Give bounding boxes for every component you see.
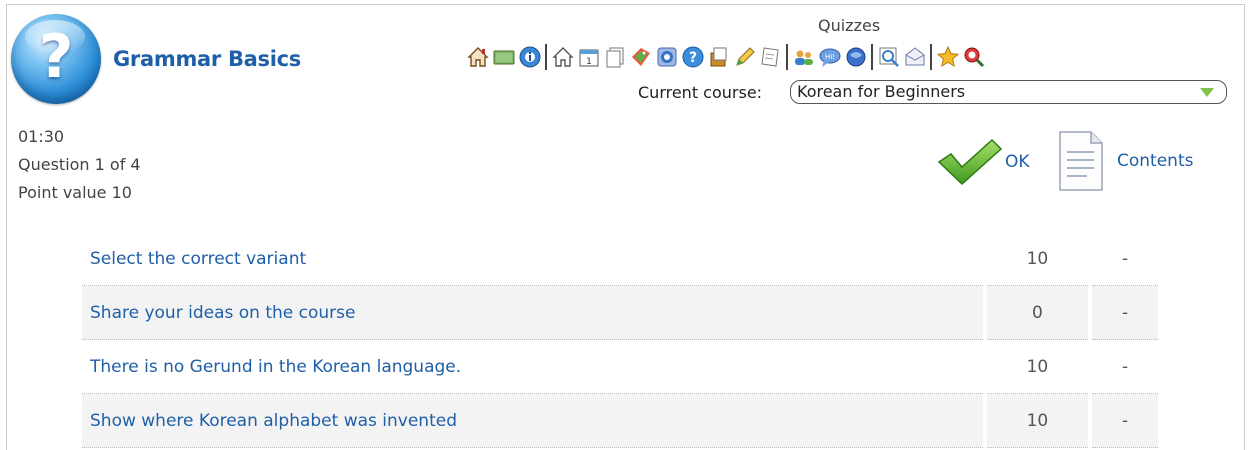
contents-label: Contents bbox=[1117, 151, 1194, 171]
question-link[interactable]: Select the correct variant bbox=[82, 232, 983, 286]
globe-info-icon[interactable] bbox=[517, 45, 542, 70]
help-logo-icon: ? bbox=[11, 14, 101, 104]
search-red-icon[interactable] bbox=[961, 45, 986, 70]
toolbar: 1 ? Hi! bbox=[465, 42, 987, 72]
table-row: There is no Gerund in the Korean languag… bbox=[82, 340, 1158, 394]
svg-text:Hi!: Hi! bbox=[824, 53, 834, 61]
table-row: Select the correct variant 10 - bbox=[82, 232, 1158, 286]
course-select[interactable]: Korean for Beginners bbox=[790, 80, 1227, 104]
question-link[interactable]: Share your ideas on the course bbox=[82, 286, 983, 340]
chevron-down-icon bbox=[1200, 88, 1214, 97]
questions-table: Select the correct variant 10 - Share yo… bbox=[82, 232, 1158, 448]
home-icon-2[interactable] bbox=[550, 45, 575, 70]
ok-label: OK bbox=[1005, 152, 1030, 172]
toolbar-separator bbox=[545, 44, 547, 70]
home-icon[interactable] bbox=[465, 45, 490, 70]
quiz-info: 01:30 Question 1 of 4 Point value 10 bbox=[18, 123, 141, 207]
search-icon[interactable] bbox=[876, 45, 901, 70]
mail-icon[interactable] bbox=[902, 45, 927, 70]
question-status: - bbox=[1092, 394, 1158, 448]
point-value: Point value 10 bbox=[18, 183, 132, 202]
favorites-icon[interactable] bbox=[935, 45, 960, 70]
section-title: Quizzes bbox=[818, 16, 881, 35]
web-icon[interactable] bbox=[654, 45, 679, 70]
question-status: - bbox=[1092, 232, 1158, 286]
svg-text:1: 1 bbox=[586, 57, 592, 67]
svg-text:?: ? bbox=[688, 50, 696, 66]
archive-icon[interactable] bbox=[706, 45, 731, 70]
question-points: 10 bbox=[986, 340, 1089, 394]
notes-icon[interactable] bbox=[758, 45, 783, 70]
question-points: 10 bbox=[986, 394, 1089, 448]
course-select-value: Korean for Beginners bbox=[797, 82, 966, 101]
checkmark-icon bbox=[937, 138, 1003, 186]
contents-button[interactable]: Contents bbox=[1057, 130, 1193, 192]
board-icon[interactable] bbox=[491, 45, 516, 70]
timer: 01:30 bbox=[18, 127, 65, 146]
document-icon bbox=[1059, 131, 1103, 191]
question-status: - bbox=[1092, 340, 1158, 394]
question-status: - bbox=[1092, 286, 1158, 340]
question-link[interactable]: Show where Korean alphabet was invented bbox=[82, 394, 983, 448]
app-title: Grammar Basics bbox=[113, 47, 301, 71]
toolbar-separator bbox=[930, 44, 932, 70]
table-row: Share your ideas on the course 0 - bbox=[82, 286, 1158, 340]
table-row: Show where Korean alphabet was invented … bbox=[82, 394, 1158, 448]
toolbar-separator bbox=[871, 44, 873, 70]
help-icon[interactable]: ? bbox=[680, 45, 705, 70]
forum-icon[interactable] bbox=[843, 45, 868, 70]
ok-button[interactable]: OK bbox=[937, 136, 1030, 188]
users-icon[interactable] bbox=[791, 45, 816, 70]
calendar-icon[interactable]: 1 bbox=[576, 45, 601, 70]
course-label: Current course: bbox=[638, 83, 763, 102]
question-link[interactable]: There is no Gerund in the Korean languag… bbox=[82, 340, 983, 394]
question-points: 0 bbox=[986, 286, 1089, 340]
question-points: 10 bbox=[986, 232, 1089, 286]
toolbar-separator bbox=[786, 44, 788, 70]
edit-icon[interactable] bbox=[732, 45, 757, 70]
chat-icon[interactable]: Hi! bbox=[817, 45, 842, 70]
documents-icon[interactable] bbox=[602, 45, 627, 70]
tags-icon[interactable] bbox=[628, 45, 653, 70]
question-counter: Question 1 of 4 bbox=[18, 155, 141, 174]
